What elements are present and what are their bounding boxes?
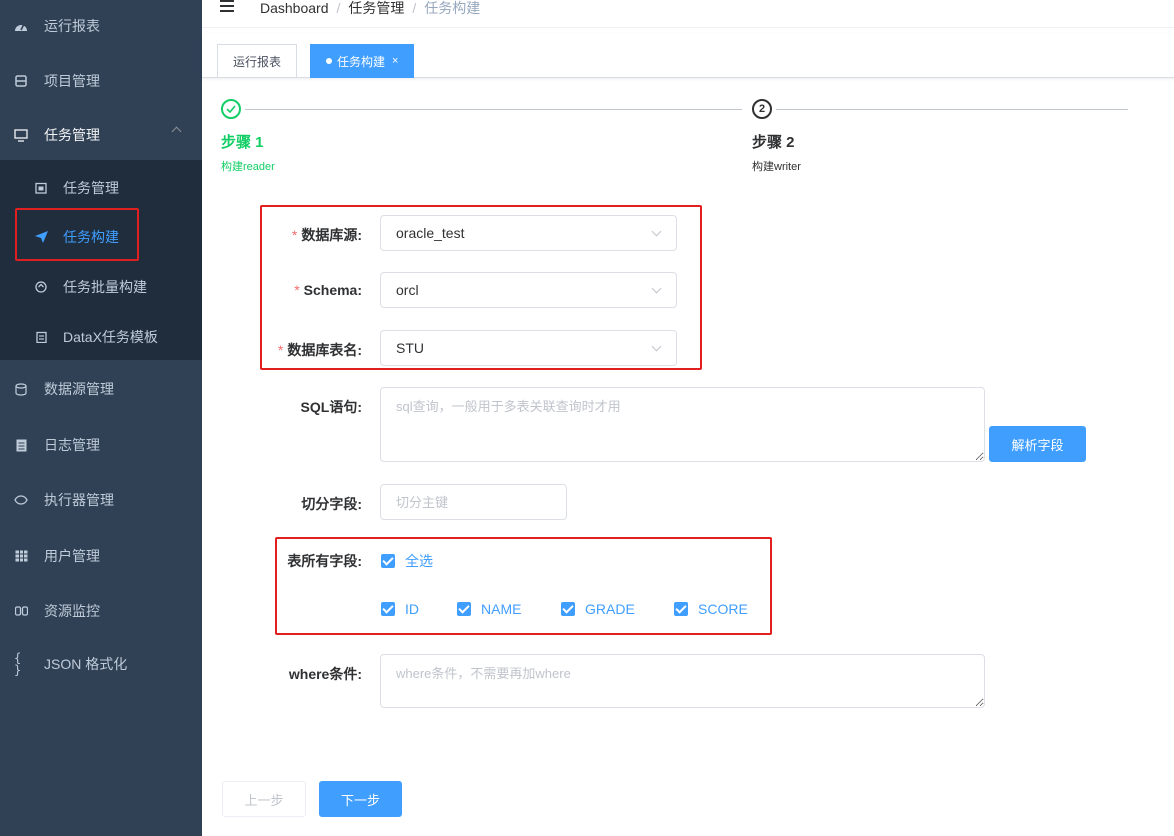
table-label: * 数据库表名:: [277, 342, 362, 358]
hamburger-icon[interactable]: [220, 0, 236, 14]
breadcrumb: Dashboard / 任务管理 / 任务构建: [260, 0, 481, 16]
checkbox-checked-icon: [381, 602, 395, 616]
step-connector-2: [776, 109, 1128, 110]
step-2-desc: 构建writer: [752, 161, 801, 173]
tab-dashboard[interactable]: 运行报表: [217, 44, 298, 78]
user-grid-icon: [14, 549, 28, 563]
sidebar-item-projects[interactable]: 项目管理: [0, 53, 202, 109]
chevron-up-icon: [171, 126, 182, 137]
step-1-title: 步骤 1: [221, 134, 264, 151]
sidebar-item-tasks[interactable]: 任务管理: [0, 107, 202, 163]
split-label: 切分字段:: [301, 496, 362, 512]
checkbox-checked-icon: [457, 602, 471, 616]
step-connector: [245, 109, 742, 110]
database-icon: [14, 382, 28, 396]
select-all-checkbox[interactable]: 全选: [381, 551, 433, 571]
batch-icon: [34, 280, 48, 294]
chevron-down-icon: [651, 283, 662, 294]
sidebar-item-datasource[interactable]: 数据源管理: [0, 361, 202, 417]
schema-select[interactable]: orcl: [380, 272, 677, 308]
where-label: where条件:: [288, 666, 362, 682]
datasource-label: * 数据库源:: [291, 227, 362, 243]
tags-view: 运行报表 任务构建 ×: [202, 34, 1174, 78]
schema-label: * Schema:: [294, 282, 362, 298]
fields-label: 表所有字段:: [287, 553, 362, 569]
close-icon[interactable]: ×: [392, 55, 398, 67]
sidebar-item-users[interactable]: 用户管理: [0, 528, 202, 584]
checkbox-checked-icon: [674, 602, 688, 616]
sidebar: 运行报表 项目管理 任务管理 任务管理 任务构建 任务批量构建 DataX任务模…: [0, 0, 202, 836]
step-1-check-icon: [221, 99, 241, 119]
monitor-resource-icon: [14, 604, 28, 618]
sidebar-item-dashboard[interactable]: 运行报表: [0, 0, 202, 54]
send-icon: [34, 230, 48, 244]
table-select[interactable]: STU: [380, 330, 677, 366]
task-submenu: 任务管理 任务构建 任务批量构建 DataX任务模板: [0, 160, 202, 360]
template-icon: [34, 330, 48, 344]
step-2-number: 2: [752, 99, 772, 119]
field-checkbox-score[interactable]: SCORE: [674, 601, 748, 617]
checkbox-checked-icon: [561, 602, 575, 616]
sql-textarea[interactable]: [380, 387, 985, 462]
sidebar-item-executors[interactable]: 执行器管理: [0, 472, 202, 528]
breadcrumb-current: 任务构建: [424, 0, 481, 16]
submenu-item-batch-build[interactable]: 任务批量构建: [0, 262, 202, 312]
step-1-desc: 构建reader: [221, 161, 275, 173]
sidebar-item-logs[interactable]: 日志管理: [0, 417, 202, 473]
navbar: Dashboard / 任务管理 / 任务构建: [202, 0, 1174, 28]
parse-fields-button[interactable]: 解析字段: [989, 426, 1086, 462]
submenu-item-datax-template[interactable]: DataX任务模板: [0, 312, 202, 362]
sql-label: SQL语句:: [300, 399, 362, 415]
chevron-down-icon: [651, 226, 662, 237]
monitor-icon: [14, 128, 28, 142]
project-icon: [14, 74, 28, 88]
dashboard-icon: [14, 19, 28, 33]
calendar-icon: [34, 181, 48, 195]
where-textarea[interactable]: [380, 654, 985, 708]
checkbox-checked-icon: [381, 554, 395, 568]
datasource-select[interactable]: oracle_test: [380, 215, 677, 251]
field-checkbox-grade[interactable]: GRADE: [561, 601, 635, 617]
split-input[interactable]: [380, 484, 567, 520]
submenu-item-task-build[interactable]: 任务构建: [0, 212, 202, 262]
sidebar-item-json-format[interactable]: { } JSON 格式化: [0, 636, 202, 692]
chevron-down-icon: [651, 341, 662, 352]
field-checkbox-id[interactable]: ID: [381, 601, 419, 617]
breadcrumb-dashboard[interactable]: Dashboard: [260, 0, 329, 16]
breadcrumb-task-manage[interactable]: 任务管理: [348, 0, 404, 16]
step-2-title: 步骤 2: [752, 134, 795, 151]
active-dot-icon: [326, 58, 332, 64]
field-checkbox-name[interactable]: NAME: [457, 601, 521, 617]
prev-step-button[interactable]: 上一步: [222, 781, 306, 817]
sidebar-item-resource-monitor[interactable]: 资源监控: [0, 583, 202, 639]
braces-icon: { }: [14, 651, 22, 677]
log-icon: [14, 438, 28, 452]
tab-task-build[interactable]: 任务构建 ×: [310, 44, 415, 78]
executor-icon: [14, 493, 28, 507]
submenu-item-task-manage[interactable]: 任务管理: [0, 163, 202, 213]
next-step-button[interactable]: 下一步: [319, 781, 402, 817]
